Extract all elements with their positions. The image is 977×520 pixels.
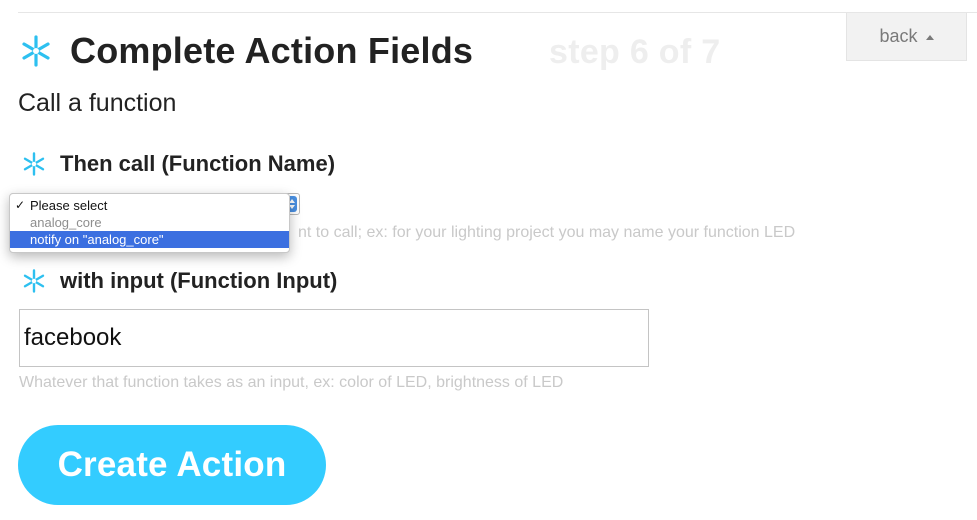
- asterisk-star-icon: [22, 269, 46, 293]
- function-input-label-text: with input (Function Input): [60, 268, 338, 293]
- page: back Complete Action Fields step 6 of 7 …: [0, 0, 977, 520]
- checkmark-icon: ✓: [15, 198, 26, 212]
- function-name-label: Then call (Function Name): [22, 151, 335, 177]
- dropdown-option-notify-analog-core[interactable]: notify on "analog_core": [10, 231, 289, 248]
- step-indicator: step 6 of 7: [549, 33, 721, 71]
- asterisk-star-icon: [22, 152, 46, 176]
- title-row: Complete Action Fields: [20, 30, 473, 72]
- dropdown-option-please-select[interactable]: ✓ Please select: [10, 197, 289, 214]
- dropdown-option-group-analog-core: analog_core: [10, 214, 289, 231]
- function-name-help: nt to call; ex: for your lighting projec…: [298, 224, 796, 241]
- function-name-label-text: Then call (Function Name): [60, 151, 336, 176]
- function-name-dropdown[interactable]: ✓ Please select analog_core notify on "a…: [9, 193, 290, 253]
- function-input-help: Whatever that function takes as an input…: [19, 374, 564, 391]
- back-button[interactable]: back: [846, 13, 967, 61]
- create-action-button[interactable]: Create Action: [18, 425, 326, 505]
- page-title: Complete Action Fields: [70, 30, 474, 71]
- function-input-label: with input (Function Input): [22, 268, 337, 294]
- caret-up-icon: [925, 34, 934, 40]
- create-action-label: Create Action: [57, 445, 287, 484]
- action-subtitle: Call a function: [18, 89, 177, 117]
- dropdown-option-label: notify on "analog_core": [30, 232, 164, 247]
- back-button-label: back: [879, 26, 918, 46]
- top-divider: [18, 12, 977, 13]
- dropdown-option-label: analog_core: [30, 215, 102, 230]
- function-input-field[interactable]: [19, 309, 649, 367]
- dropdown-option-label: Please select: [30, 198, 108, 213]
- asterisk-star-icon: [20, 35, 52, 67]
